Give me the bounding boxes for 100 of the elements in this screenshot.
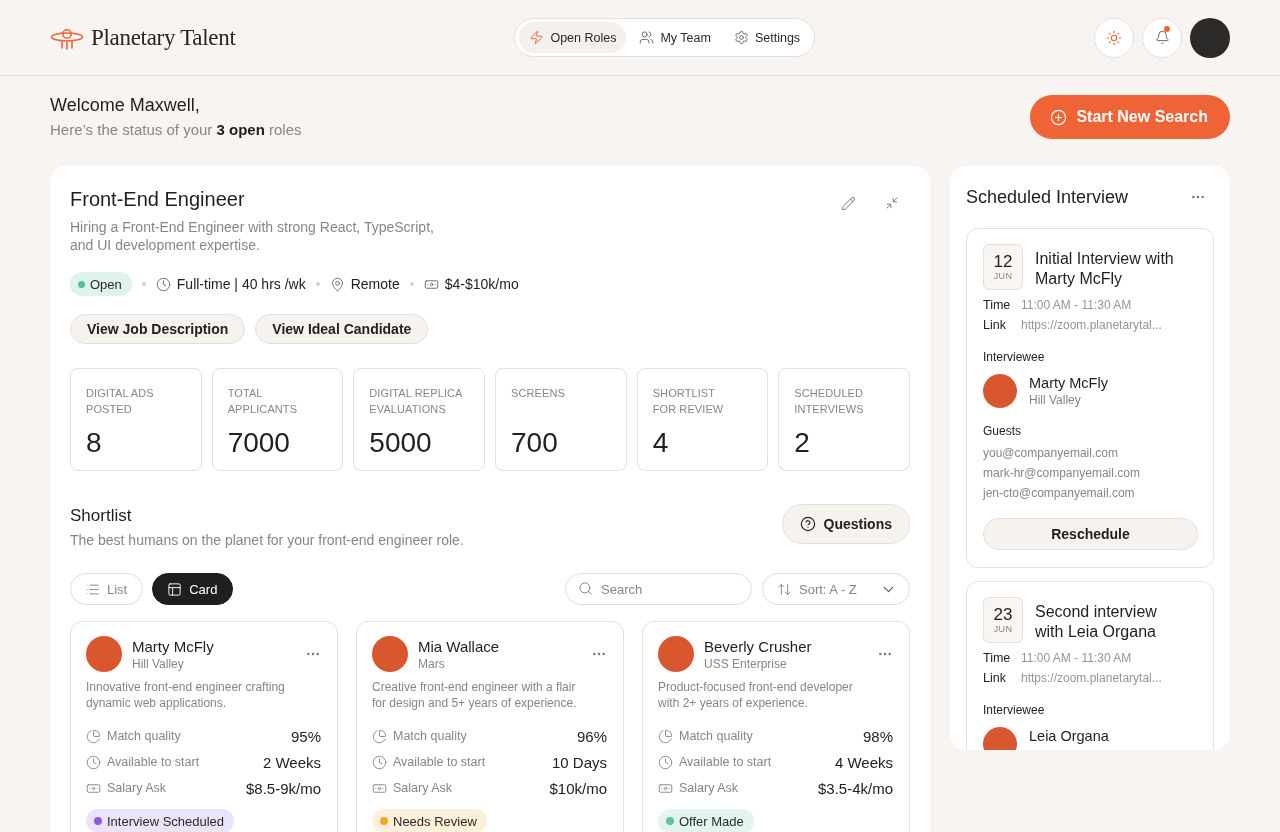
candidate-name: Marty McFly xyxy=(132,636,215,656)
pie-chart-icon xyxy=(372,728,387,744)
map-pin-icon xyxy=(329,276,345,292)
sort-icon xyxy=(777,581,792,597)
stat-value: 700 xyxy=(511,427,559,459)
candidate-bio: Creative front-end engineer with a flair for design and 5+ years of experience. xyxy=(372,679,578,711)
interviewee-location: Hill Valley xyxy=(1029,392,1082,408)
status-badge: Needs Review xyxy=(372,809,487,832)
candidate-name: Mia Wallace xyxy=(418,636,501,656)
candidate-name: Beverly Crusher xyxy=(704,636,813,656)
stat-label: SCHEDULED INTERVIEWS xyxy=(794,386,865,417)
shortlist-title: Shortlist xyxy=(70,505,133,527)
welcome-greeting: Welcome Maxwell, xyxy=(50,94,201,117)
people-icon xyxy=(639,30,655,45)
interviewee-name: Marty McFly xyxy=(1029,374,1109,392)
date-month: JUN xyxy=(993,271,1013,282)
clock-icon xyxy=(86,754,101,770)
brand-name: Planetary Talent xyxy=(91,24,236,51)
fact-label: Salary Ask xyxy=(679,781,739,795)
search-field[interactable]: Search xyxy=(565,573,752,605)
avatar-placeholder xyxy=(86,636,122,672)
shortlist-description: The best humans on the planet for your front-end engineer role. xyxy=(70,531,464,549)
interview-title: Initial Interview with Marty McFly xyxy=(1035,249,1175,289)
fact-label: Available to start xyxy=(393,755,486,769)
bell-icon xyxy=(1154,30,1170,45)
fact-value: $3.5-4k/mo xyxy=(817,779,893,797)
nav-tab[interactable]: Settings xyxy=(723,22,811,53)
user-avatar[interactable] xyxy=(1190,17,1230,58)
candidate-bio: Innovative front-end engineer crafting dynamic web applications. xyxy=(86,679,286,711)
fact-label: Salary Ask xyxy=(393,781,453,795)
detail-value: 11:00 AM - 11:30 AM xyxy=(1021,651,1132,665)
detail-label: Time xyxy=(983,298,1012,312)
guest-email: jen-cto@companyemail.com xyxy=(983,485,1136,502)
stat-label: TOTAL APPLICANTS xyxy=(227,386,299,417)
candidate-location: Mars xyxy=(418,655,446,672)
fact-label: Match quality xyxy=(679,729,753,743)
avatar-placeholder xyxy=(372,636,408,672)
detail-value: https://zoom.planetarytal... xyxy=(1021,671,1162,685)
notifications-button[interactable] xyxy=(1142,17,1182,58)
role-title: Front-End Engineer xyxy=(70,187,245,212)
role-detail: $4-$10k/mo xyxy=(444,276,519,292)
candidate-location: USS Enterprise xyxy=(704,655,788,672)
pie-chart-icon xyxy=(658,728,673,744)
detail-value: 11:00 AM - 11:30 AM xyxy=(1021,298,1132,312)
fact-label: Available to start xyxy=(679,755,772,769)
fact-value: 98% xyxy=(862,727,893,745)
date-month: JUN xyxy=(993,624,1013,635)
role-detail: Full-time | 40 hrs /wk xyxy=(176,276,306,292)
section-label: Interviewee xyxy=(983,349,1046,365)
clock-icon xyxy=(658,754,673,770)
view-button[interactable]: View Ideal Candidate xyxy=(255,314,429,344)
avatar-placeholder xyxy=(983,374,1017,408)
list-icon xyxy=(85,581,100,597)
sun-icon xyxy=(1106,29,1122,46)
status-badge: Interview Scheduled xyxy=(86,809,235,832)
settings-icon xyxy=(733,30,749,45)
role-description: Hiring a Front-End Engineer with strong React, TypeScript, and UI development expertise. xyxy=(70,218,435,254)
detail-label: Link xyxy=(983,318,1007,332)
fact-value: 10 Days xyxy=(551,753,607,771)
role-detail: Remote xyxy=(350,276,400,292)
nav-tab[interactable]: My Team xyxy=(629,22,721,53)
candidate-location: Hill Valley xyxy=(132,655,185,672)
view-toggle[interactable]: List xyxy=(70,573,144,605)
view-button[interactable]: View Job Description xyxy=(70,314,246,344)
roles-status-text: Here’s the status of your 3 open roles xyxy=(50,120,302,140)
guest-email: mark-hr@companyemail.com xyxy=(983,465,1141,482)
stat-label: SHORTLIST FOR REVIEW xyxy=(652,386,725,417)
fact-label: Salary Ask xyxy=(107,781,167,795)
status-badge: Offer Made xyxy=(658,809,754,832)
view-toggle[interactable]: Card xyxy=(152,573,234,605)
reschedule-button[interactable]: Reschedule xyxy=(983,518,1198,550)
interview-title: Second interview with Leia Organa xyxy=(1035,602,1158,642)
stat-value: 4 xyxy=(652,427,670,459)
fact-label: Match quality xyxy=(107,729,181,743)
section-label: Interviewee xyxy=(983,702,1046,718)
edit-icon[interactable] xyxy=(841,196,856,211)
nav-tab[interactable]: Open Roles xyxy=(519,22,627,53)
stat-label: DIGITAL ADS POSTED xyxy=(86,386,155,417)
panel-title: Scheduled Interview xyxy=(966,186,1129,208)
questions-button[interactable]: Questions xyxy=(781,504,910,544)
layout-icon xyxy=(167,581,183,597)
stat-value: 8 xyxy=(86,427,103,459)
fact-label: Match quality xyxy=(393,729,467,743)
lightning-icon xyxy=(529,30,545,45)
avatar-placeholder xyxy=(658,636,694,672)
guest-email: you@companyemail.com xyxy=(983,445,1119,462)
stat-value: 5000 xyxy=(369,427,433,459)
stat-label: DIGITAL REPLICA EVALUATIONS xyxy=(369,386,464,417)
section-label: Guests xyxy=(983,423,1022,439)
fact-value: $10k/mo xyxy=(549,779,607,797)
detail-value: https://zoom.planetarytal... xyxy=(1021,318,1162,332)
collapse-icon[interactable] xyxy=(885,196,899,210)
sort-dropdown[interactable]: Sort: A - Z xyxy=(762,573,910,605)
clock-icon xyxy=(155,276,171,292)
stat-value: 2 xyxy=(794,427,811,459)
search-icon xyxy=(578,581,593,596)
date-day: 23 xyxy=(993,605,1013,624)
fact-value: 96% xyxy=(576,727,607,745)
fact-value: 4 Weeks xyxy=(834,753,893,771)
candidate-bio: Product-focused front-end developer with 2+ years of experience. xyxy=(658,679,854,711)
